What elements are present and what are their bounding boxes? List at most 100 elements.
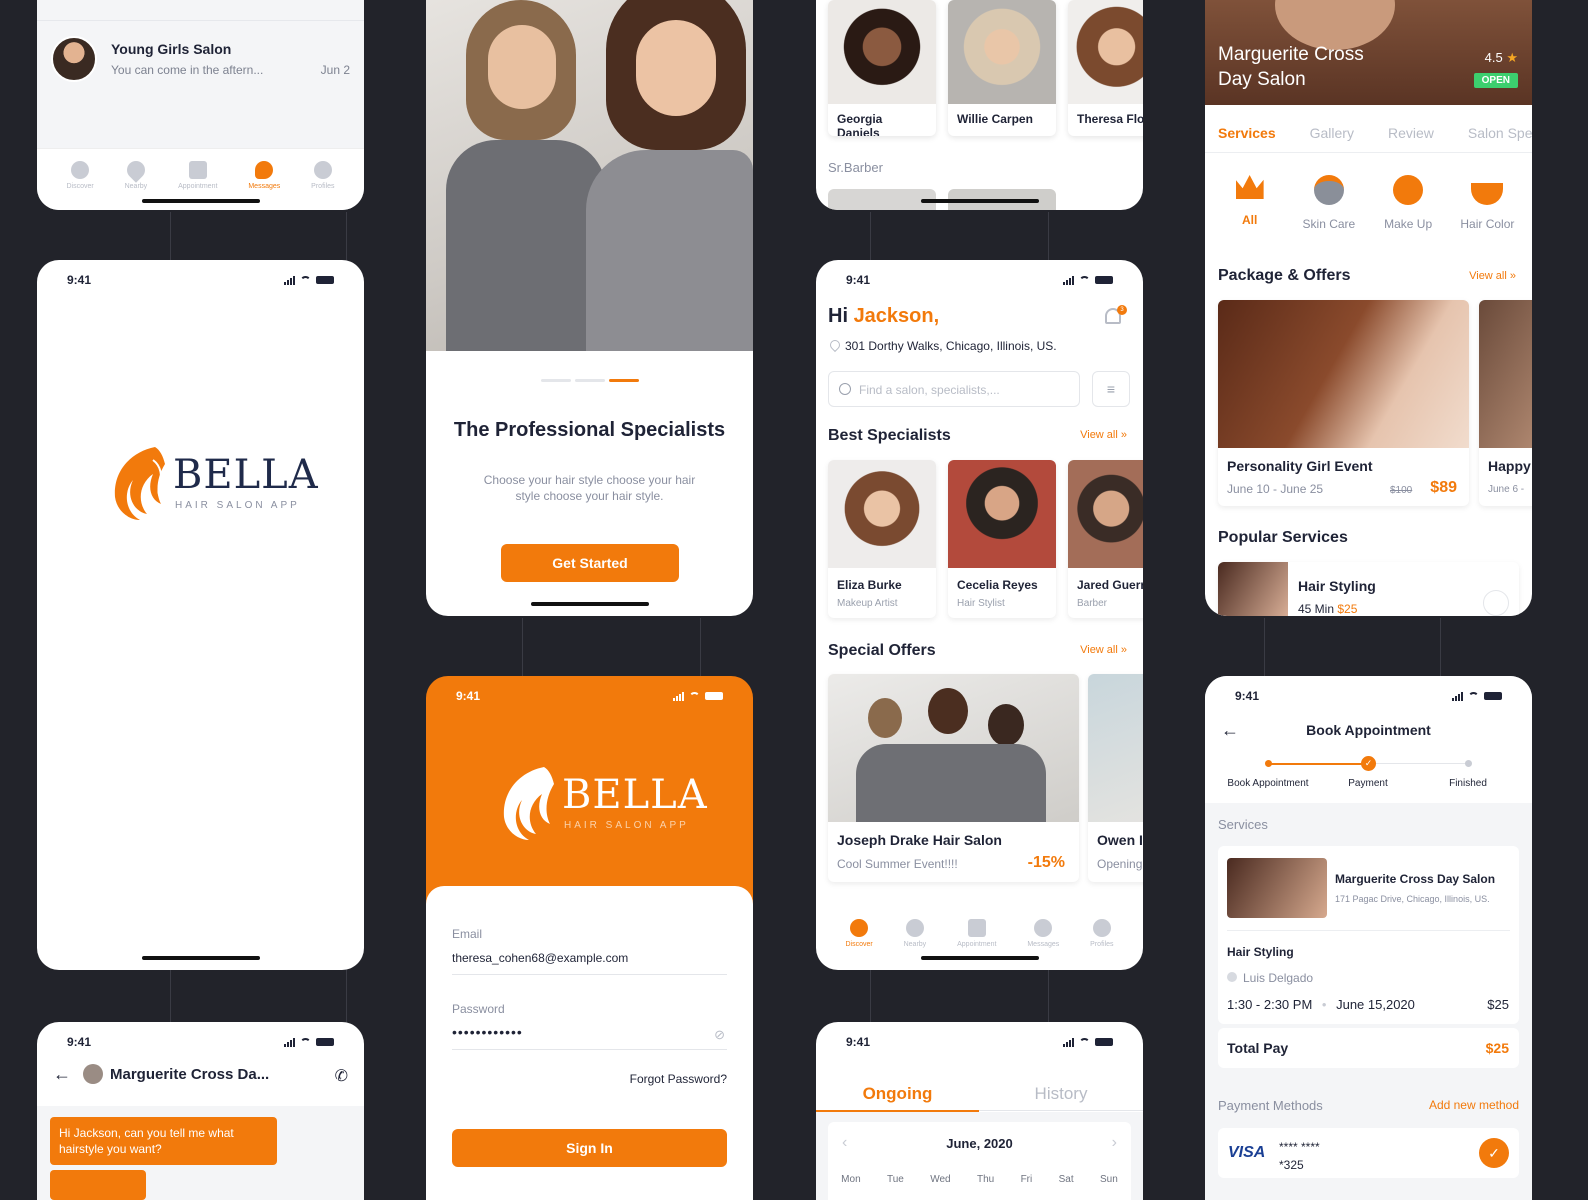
face-mask-icon (1313, 175, 1344, 205)
nav-discover[interactable]: Discover (66, 161, 94, 190)
page-indicator (541, 379, 639, 382)
calendar-month: June, 2020 (946, 1136, 1013, 1151)
section-sr-barber: Sr.Barber (828, 160, 883, 175)
home-indicator (530, 602, 649, 606)
filter-button[interactable]: ≡ (1092, 371, 1130, 407)
stylist-card[interactable]: Willie Carpen (948, 0, 1056, 136)
nav-nearby[interactable]: Nearby (904, 919, 926, 948)
location-pin-icon (123, 157, 149, 183)
specialist-card[interactable]: Eliza Burke Makeup Artist (828, 460, 936, 618)
total-pay: Total Pay $25 (1218, 1028, 1519, 1068)
package-card[interactable]: Happy June 6 - (1479, 300, 1532, 506)
bottom-nav: Discover Nearby Appointment Messages Pro… (37, 157, 364, 190)
tab-history[interactable]: History (979, 1084, 1143, 1111)
salon-detail-screen: Marguerite Cross Day Salon 4.5 ★ OPEN Se… (1205, 0, 1532, 616)
makeup-brush-icon (1393, 175, 1424, 205)
category-hair-color[interactable]: Hair Color (1452, 175, 1522, 231)
nav-appointment[interactable]: Appointment (178, 161, 217, 190)
stylist-card[interactable]: Theresa Flo (1068, 0, 1143, 136)
notification-badge: 3 (1117, 305, 1127, 315)
eye-off-icon[interactable]: ⊘ (714, 1027, 725, 1043)
nav-profiles[interactable]: Profiles (1090, 919, 1114, 948)
view-all-offers[interactable]: View all » (1080, 644, 1127, 656)
check-icon: ✓ (1479, 1138, 1509, 1168)
chat-icon (255, 161, 274, 179)
nav-appointment[interactable]: Appointment (957, 919, 996, 948)
service-photo (1218, 562, 1288, 616)
book-appointment-screen: 9:41 ← Book Appointment ✓ Book Appointme… (1205, 676, 1532, 1200)
package-card[interactable]: Personality Girl Event June 10 - June 25… (1218, 300, 1469, 506)
user-icon (1092, 919, 1111, 937)
package-photo (1479, 300, 1532, 448)
stylist-card[interactable]: Georgia Daniels (828, 0, 936, 136)
home-indicator (141, 199, 260, 203)
status-bar: 9:41 (816, 270, 1143, 290)
old-price: $100 (1390, 485, 1413, 496)
step-dot (1465, 760, 1472, 767)
tab-review[interactable]: Review (1388, 125, 1434, 141)
hero-photo (426, 0, 753, 351)
nav-messages[interactable]: Messages (1027, 919, 1059, 948)
tab-services[interactable]: Services (1218, 125, 1276, 141)
payment-card[interactable]: VISA **** **** *325 ✓ (1218, 1128, 1519, 1178)
nav-profiles[interactable]: Profiles (311, 161, 335, 190)
stylist-photo (828, 0, 936, 104)
stylist-name: Willie Carpen (957, 112, 1033, 126)
weekday-row: Mon Tue Wed Thu Fri Sat Sun (841, 1174, 1118, 1185)
category-all[interactable]: All (1215, 175, 1285, 231)
nav-messages[interactable]: Messages (248, 161, 280, 190)
view-all-packages[interactable]: View all » (1469, 270, 1516, 282)
package-photo (1218, 300, 1469, 448)
brand-name: BELLA (562, 772, 708, 818)
status-bar: 9:41 (37, 270, 364, 290)
calendar: ‹ June, 2020 › Mon Tue Wed Thu Fri Sat Sun (828, 1122, 1131, 1200)
search-input[interactable]: Find a salon, specialists,... (828, 371, 1080, 407)
forgot-password-link[interactable]: Forgot Password? (630, 1072, 727, 1086)
brand-tagline: HAIR SALON APP (564, 820, 689, 831)
add-new-method-link[interactable]: Add new method (1429, 1098, 1519, 1112)
category-make-up[interactable]: Make Up (1373, 175, 1443, 231)
salon-tabs: Services Gallery Review Salon Spe (1218, 125, 1532, 141)
specialist-photo (1068, 460, 1143, 568)
user-icon (1227, 972, 1237, 982)
history-screen: 9:41 Ongoing History ‹ June, 2020 › Mon T… (816, 1022, 1143, 1200)
get-started-button[interactable]: Get Started (501, 544, 679, 582)
service-item[interactable]: Hair Styling 45 Min $25 (1218, 562, 1519, 616)
salon-name: Marguerite Cross Day Salon (1218, 44, 1364, 90)
popular-services-title: Popular Services (1218, 529, 1348, 546)
chevron-right-icon[interactable]: › (1112, 1134, 1117, 1152)
salon-photo (1227, 858, 1327, 918)
visa-logo: VISA (1228, 1144, 1266, 1161)
select-radio[interactable] (1483, 590, 1509, 616)
tab-gallery[interactable]: Gallery (1310, 125, 1354, 141)
home-indicator (920, 956, 1039, 960)
category-skin-care[interactable]: Skin Care (1294, 175, 1364, 231)
offer-card[interactable]: Joseph Drake Hair Salon Cool Summer Even… (828, 674, 1079, 882)
view-all-specialists[interactable]: View all » (1080, 429, 1127, 441)
offer-card[interactable]: Owen I Opening (1088, 674, 1143, 882)
search-icon (839, 383, 851, 395)
message-item[interactable]: Young Girls Salon You can come in the af… (37, 30, 364, 100)
phone-icon[interactable]: ✆ (335, 1066, 348, 1086)
onboarding-screen: The Professional Specialists Choose your… (426, 0, 753, 616)
sign-in-button[interactable]: Sign In (452, 1129, 727, 1167)
tab-salon-specialists[interactable]: Salon Spe (1468, 125, 1532, 141)
package-offers-title: Package & Offers (1218, 267, 1351, 284)
nav-discover[interactable]: Discover (845, 919, 873, 948)
specialist-card[interactable]: Jared Guerr Barber (1068, 460, 1143, 618)
email-field[interactable]: theresa_cohen68@example.com (452, 951, 727, 975)
onboarding-description: Choose your hair style choose your hair … (483, 473, 696, 503)
typing-indicator (50, 1170, 146, 1200)
specialist-card[interactable]: Cecelia Reyes Hair Stylist (948, 460, 1056, 618)
address: 301 Dorthy Walks, Chicago, Illinois, US. (845, 339, 1057, 353)
stylist-name: Theresa Flo (1077, 112, 1143, 126)
chat-bubble: Hi Jackson, can you tell me what hairsty… (50, 1117, 277, 1165)
user-icon (313, 161, 332, 179)
back-arrow-icon[interactable]: ← (53, 1064, 71, 1085)
home-indicator (141, 956, 260, 960)
tab-ongoing[interactable]: Ongoing (816, 1084, 979, 1112)
password-label: Password (452, 1002, 505, 1016)
password-field[interactable]: •••••••••••• (452, 1024, 727, 1050)
login-screen: 9:41 BELLA HAIR SALON APP Email theresa_… (426, 676, 753, 1200)
nav-nearby[interactable]: Nearby (123, 157, 149, 190)
